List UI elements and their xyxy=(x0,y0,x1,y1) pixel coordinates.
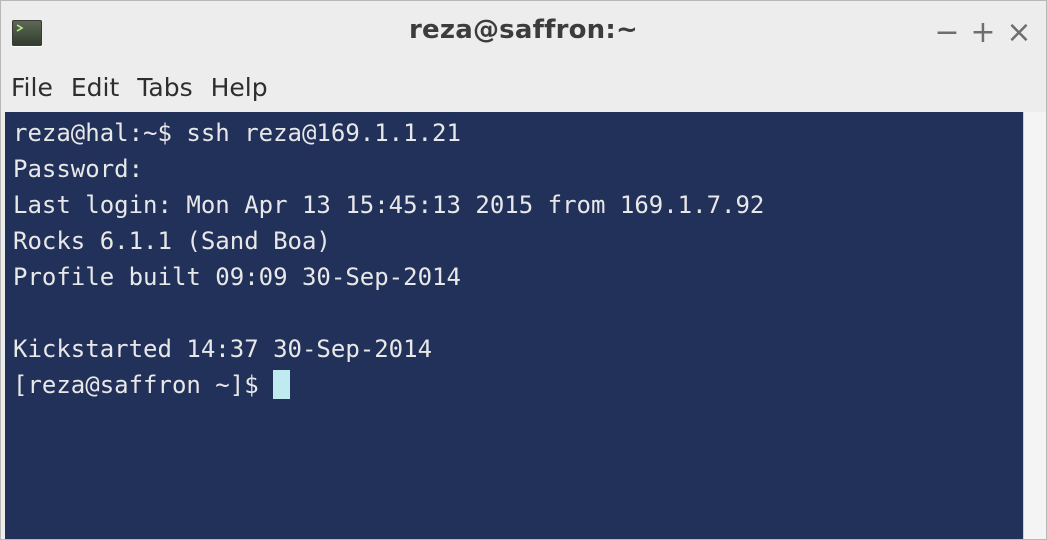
menu-tabs[interactable]: Tabs xyxy=(137,69,200,106)
scrollbar[interactable] xyxy=(1023,112,1046,539)
terminal-area[interactable]: reza@hal:~$ ssh reza@169.1.1.21 Password… xyxy=(5,112,1023,539)
terminal-line: Password: xyxy=(13,155,144,183)
prompt-text: [reza@saffron ~]$ xyxy=(13,371,274,399)
window-title: reza@saffron:~ xyxy=(409,15,638,45)
menu-bar: File Edit Tabs Help xyxy=(1,64,1046,110)
title-bar[interactable]: reza@saffron:~ − + × xyxy=(1,1,1046,64)
terminal-line: reza@hal:~$ ssh reza@169.1.1.21 xyxy=(13,119,461,147)
window-controls: − + × xyxy=(930,13,1036,53)
terminal-line: Kickstarted 14:37 30-Sep-2014 xyxy=(13,335,433,363)
terminal-line: Last login: Mon Apr 13 15:45:13 2015 fro… xyxy=(13,191,765,219)
menu-help[interactable]: Help xyxy=(211,69,276,106)
maximize-button[interactable]: + xyxy=(966,13,1000,53)
menu-file[interactable]: File xyxy=(11,69,61,106)
close-button[interactable]: × xyxy=(1002,13,1036,53)
terminal-prompt-line: [reza@saffron ~]$ xyxy=(13,368,291,402)
minimize-button[interactable]: − xyxy=(930,13,964,53)
terminal-window: reza@saffron:~ − + × File Edit Tabs Help… xyxy=(0,0,1047,540)
menu-edit[interactable]: Edit xyxy=(71,69,127,106)
terminal-line: Profile built 09:09 30-Sep-2014 xyxy=(13,263,461,291)
text-cursor xyxy=(273,370,291,399)
terminal-line: Rocks 6.1.1 (Sand Boa) xyxy=(13,227,331,255)
